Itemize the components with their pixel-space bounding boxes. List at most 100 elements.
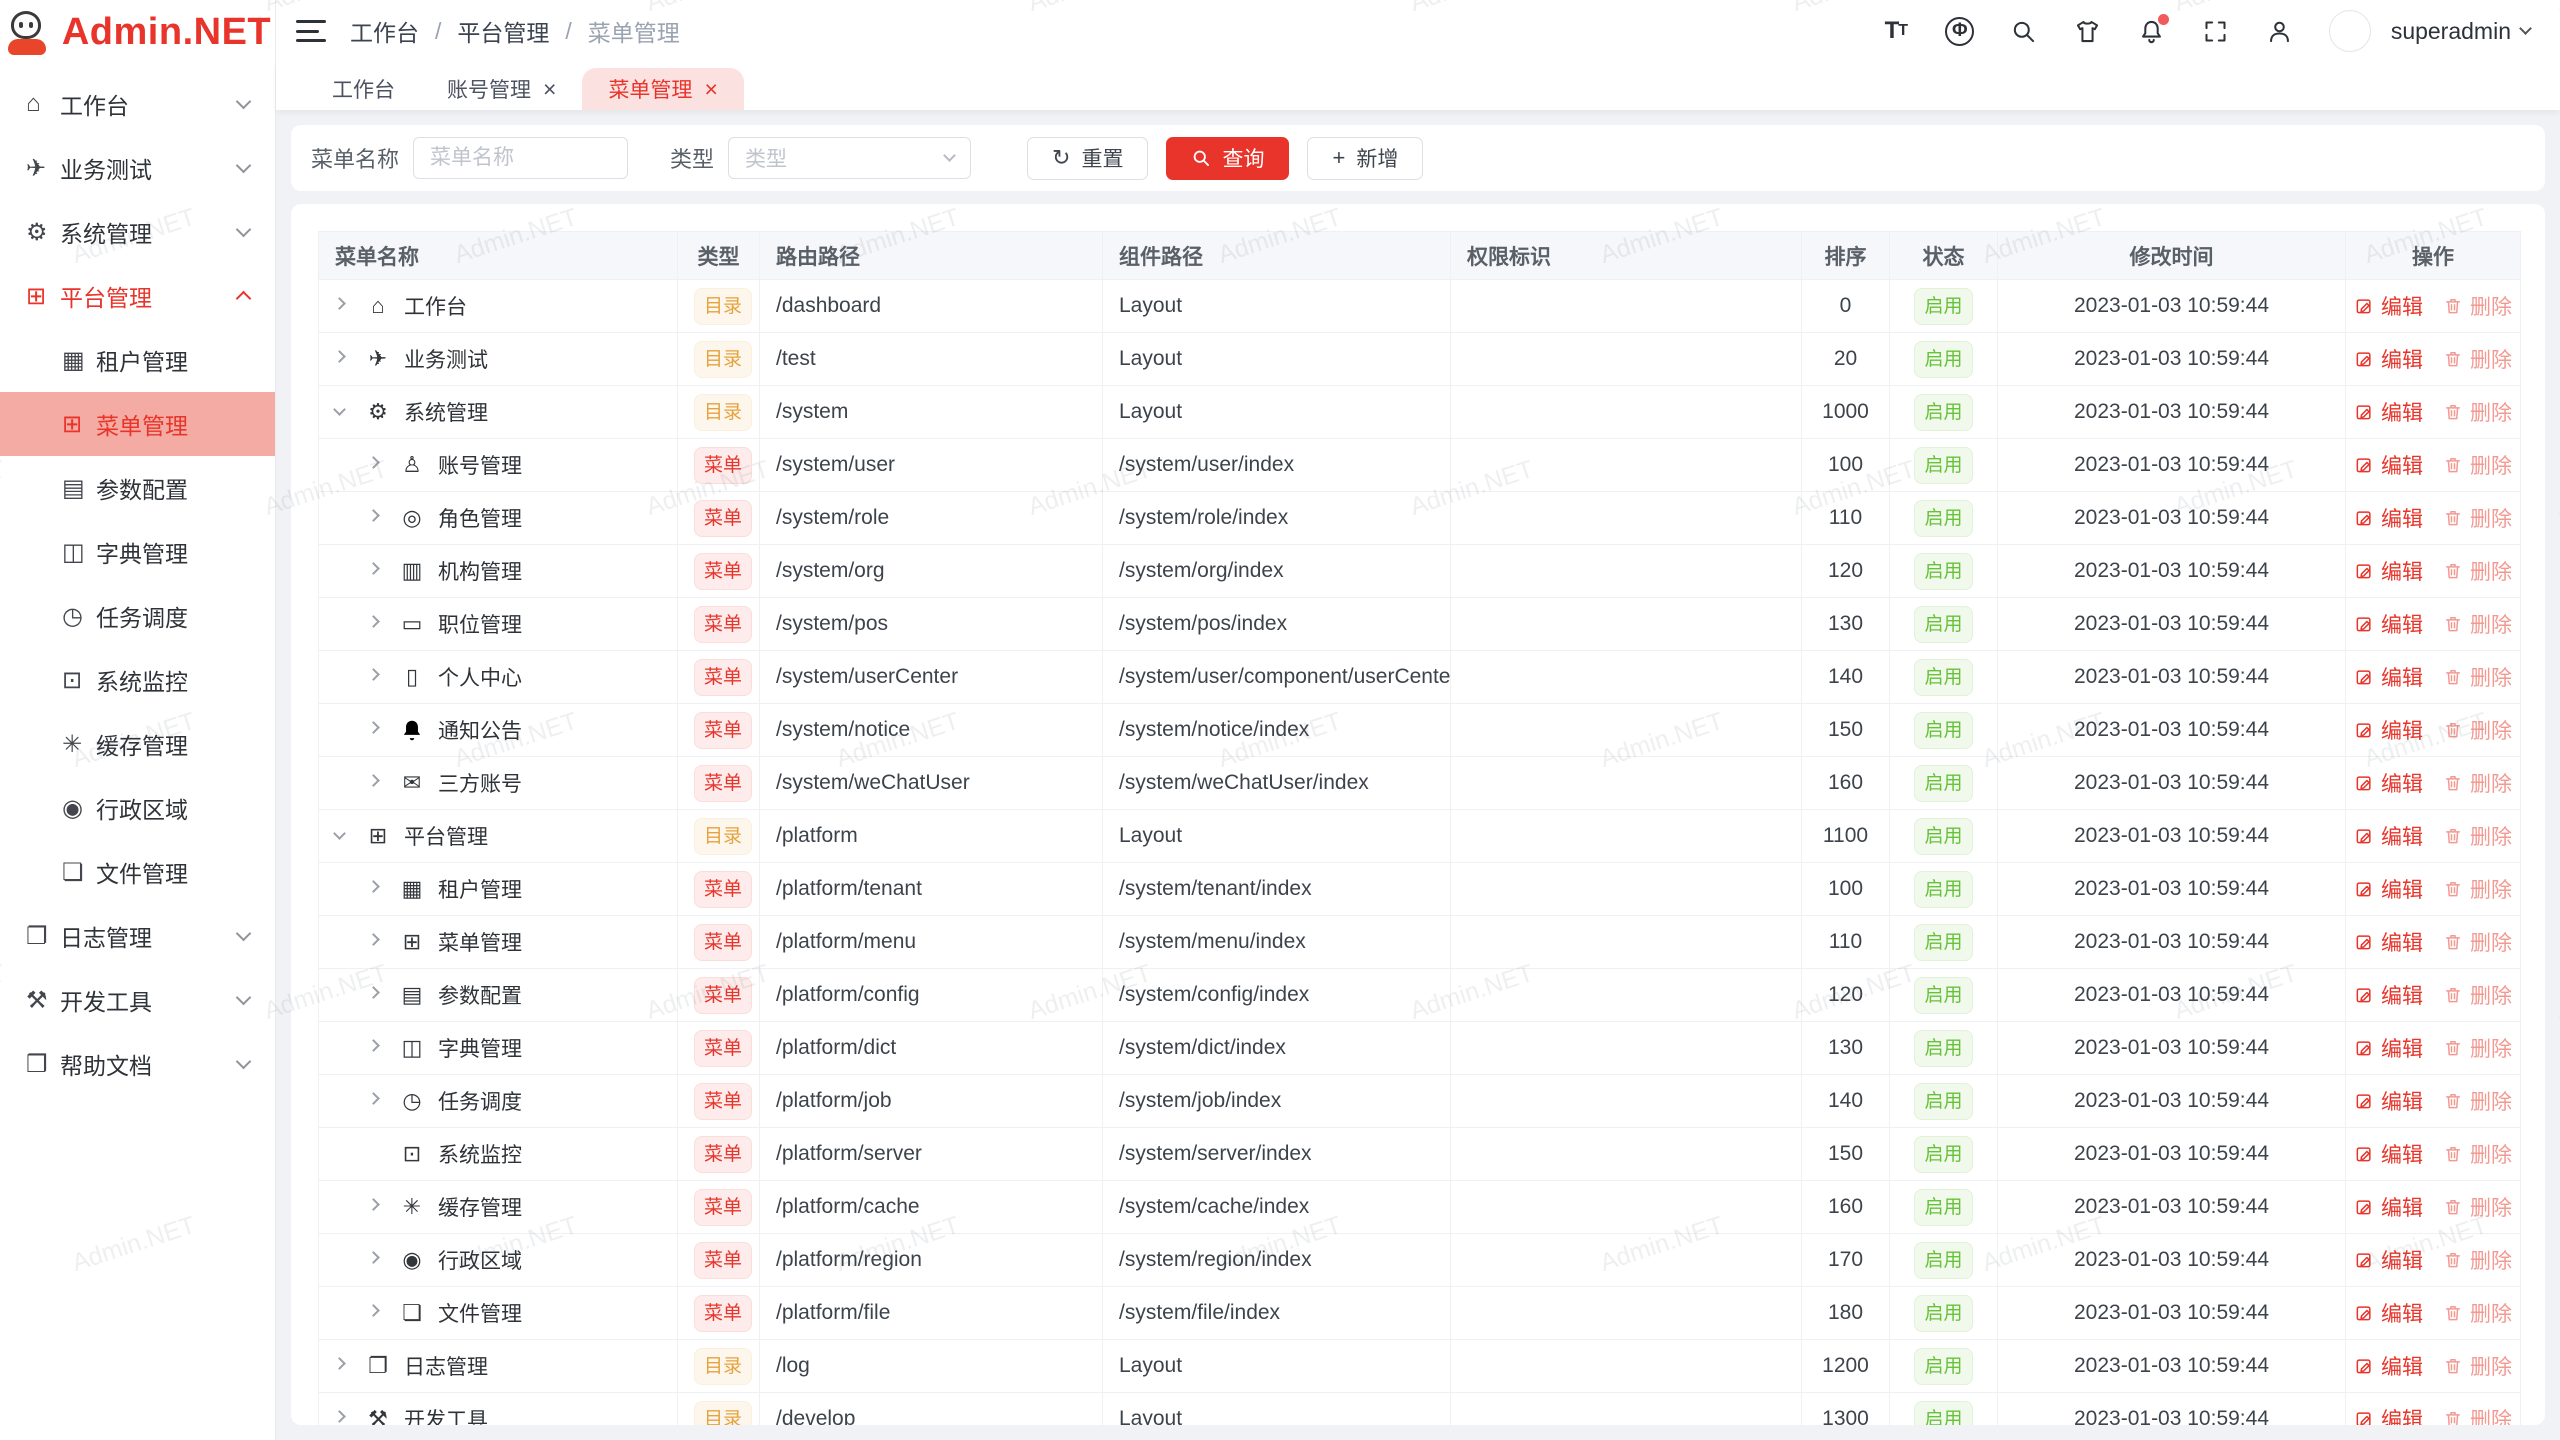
delete-button[interactable]: 删除 [2443, 1192, 2512, 1222]
sidebar-item[interactable]: ⚙系统管理 [0, 200, 275, 264]
sidebar-item[interactable]: ◉行政区域 [0, 776, 275, 840]
edit-button[interactable]: 编辑 [2354, 1298, 2423, 1328]
sidebar-item[interactable]: ❐日志管理 [0, 904, 275, 968]
tab-item[interactable]: 工作台 [306, 68, 421, 110]
delete-button[interactable]: 删除 [2443, 1033, 2512, 1063]
font-size-icon[interactable]: TT [1881, 16, 1911, 46]
sidebar-item[interactable]: ◫字典管理 [0, 520, 275, 584]
delete-button[interactable]: 删除 [2443, 821, 2512, 851]
expand-arrow-icon[interactable] [369, 569, 399, 573]
edit-button[interactable]: 编辑 [2354, 768, 2423, 798]
delete-button[interactable]: 删除 [2443, 715, 2512, 745]
edit-button[interactable]: 编辑 [2354, 874, 2423, 904]
sidebar-item[interactable]: ◷任务调度 [0, 584, 275, 648]
expand-arrow-icon[interactable] [335, 834, 365, 838]
delete-button[interactable]: 删除 [2443, 1139, 2512, 1169]
expand-arrow-icon[interactable] [369, 781, 399, 785]
edit-button[interactable]: 编辑 [2354, 715, 2423, 745]
expand-arrow-icon[interactable] [335, 1364, 365, 1368]
delete-button[interactable]: 删除 [2443, 397, 2512, 427]
collapse-sidebar-icon[interactable] [296, 20, 326, 42]
sidebar-item[interactable]: ▤参数配置 [0, 456, 275, 520]
delete-button[interactable]: 删除 [2443, 503, 2512, 533]
type-select[interactable]: 类型 [728, 137, 971, 179]
search-button[interactable]: 查询 [1166, 137, 1289, 180]
add-button[interactable]: + 新增 [1307, 137, 1423, 180]
edit-button[interactable]: 编辑 [2354, 1033, 2423, 1063]
sidebar-item[interactable]: ✳缓存管理 [0, 712, 275, 776]
edit-button[interactable]: 编辑 [2354, 291, 2423, 321]
edit-button[interactable]: 编辑 [2354, 503, 2423, 533]
menu-name-input[interactable] [413, 137, 628, 179]
delete-button[interactable]: 删除 [2443, 662, 2512, 692]
tab-close-icon[interactable]: × [704, 78, 717, 101]
reset-button[interactable]: ↻ 重置 [1027, 137, 1148, 180]
delete-button[interactable]: 删除 [2443, 450, 2512, 480]
tab-close-icon[interactable]: × [543, 78, 556, 101]
delete-button[interactable]: 删除 [2443, 927, 2512, 957]
tab-item[interactable]: 账号管理× [421, 68, 582, 110]
delete-button[interactable]: 删除 [2443, 980, 2512, 1010]
edit-button[interactable]: 编辑 [2354, 927, 2423, 957]
edit-button[interactable]: 编辑 [2354, 344, 2423, 374]
delete-button[interactable]: 删除 [2443, 874, 2512, 904]
delete-button[interactable]: 删除 [2443, 556, 2512, 586]
expand-arrow-icon[interactable] [335, 304, 365, 308]
edit-button[interactable]: 编辑 [2354, 1351, 2423, 1381]
expand-arrow-icon[interactable] [369, 1099, 399, 1103]
expand-arrow-icon[interactable] [335, 357, 365, 361]
delete-button[interactable]: 删除 [2443, 344, 2512, 374]
sidebar-item[interactable]: ⊞平台管理 [0, 264, 275, 328]
tab-active[interactable]: 菜单管理× [582, 68, 743, 110]
search-icon[interactable] [2009, 16, 2039, 46]
expand-arrow-icon[interactable] [369, 622, 399, 626]
expand-arrow-icon[interactable] [369, 1046, 399, 1050]
delete-button[interactable]: 删除 [2443, 768, 2512, 798]
sidebar-item[interactable]: ⊞菜单管理 [0, 392, 275, 456]
user-avatar[interactable] [2329, 10, 2371, 52]
edit-button[interactable]: 编辑 [2354, 662, 2423, 692]
theme-icon[interactable] [2073, 16, 2103, 46]
breadcrumb-item[interactable]: 工作台 [350, 14, 419, 48]
delete-button[interactable]: 删除 [2443, 291, 2512, 321]
delete-button[interactable]: 删除 [2443, 609, 2512, 639]
expand-arrow-icon[interactable] [369, 940, 399, 944]
edit-button[interactable]: 编辑 [2354, 450, 2423, 480]
breadcrumb-item[interactable]: 平台管理 [457, 14, 549, 48]
sidebar-item[interactable]: ⚒开发工具 [0, 968, 275, 1032]
sidebar-item[interactable]: ❒帮助文档 [0, 1032, 275, 1096]
edit-button[interactable]: 编辑 [2354, 1245, 2423, 1275]
sidebar-item[interactable]: ✈业务测试 [0, 136, 275, 200]
fullscreen-icon[interactable] [2201, 16, 2231, 46]
expand-arrow-icon[interactable] [369, 675, 399, 679]
user-icon[interactable] [2265, 16, 2295, 46]
delete-button[interactable]: 删除 [2443, 1351, 2512, 1381]
edit-button[interactable]: 编辑 [2354, 1139, 2423, 1169]
sidebar-item[interactable]: ❏文件管理 [0, 840, 275, 904]
expand-arrow-icon[interactable] [335, 1417, 365, 1421]
edit-button[interactable]: 编辑 [2354, 609, 2423, 639]
edit-button[interactable]: 编辑 [2354, 1192, 2423, 1222]
expand-arrow-icon[interactable] [335, 410, 365, 414]
edit-button[interactable]: 编辑 [2354, 556, 2423, 586]
edit-button[interactable]: 编辑 [2354, 397, 2423, 427]
expand-arrow-icon[interactable] [369, 1258, 399, 1262]
expand-arrow-icon[interactable] [369, 463, 399, 467]
bell-icon[interactable] [2137, 16, 2167, 46]
delete-button[interactable]: 删除 [2443, 1245, 2512, 1275]
delete-button[interactable]: 删除 [2443, 1086, 2512, 1116]
edit-button[interactable]: 编辑 [2354, 1404, 2423, 1425]
expand-arrow-icon[interactable] [369, 993, 399, 997]
delete-button[interactable]: 删除 [2443, 1404, 2512, 1425]
expand-arrow-icon[interactable] [369, 516, 399, 520]
edit-button[interactable]: 编辑 [2354, 821, 2423, 851]
edit-button[interactable]: 编辑 [2354, 1086, 2423, 1116]
sidebar-item[interactable]: ⊡系统监控 [0, 648, 275, 712]
expand-arrow-icon[interactable] [369, 887, 399, 891]
sidebar-item[interactable]: ▦租户管理 [0, 328, 275, 392]
expand-arrow-icon[interactable] [369, 728, 399, 732]
expand-arrow-icon[interactable] [369, 1205, 399, 1209]
expand-arrow-icon[interactable] [369, 1311, 399, 1315]
app-logo[interactable]: Admin.NET [0, 0, 275, 64]
user-menu[interactable]: superadmin [2391, 18, 2530, 45]
